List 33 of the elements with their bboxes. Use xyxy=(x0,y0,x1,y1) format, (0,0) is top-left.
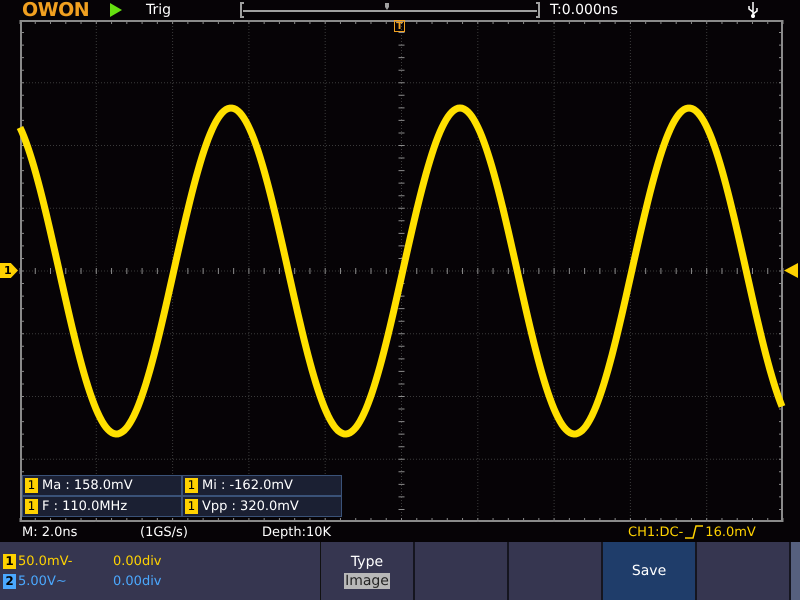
play-icon xyxy=(110,3,122,17)
channel-badge: 1 xyxy=(25,499,38,514)
sample-rate: (1GS/s) xyxy=(140,524,189,540)
channel-badge: 1 xyxy=(25,478,38,493)
channel-badge: 2 xyxy=(3,574,16,588)
measurement-value: F : 110.0MHz xyxy=(42,499,128,514)
time-offset: T:0.000ns xyxy=(550,2,619,18)
trigger-source: CH1:DC- xyxy=(628,524,684,540)
side-panel-edge xyxy=(791,542,800,600)
trigger-status: Trig xyxy=(146,2,172,18)
rising-edge-icon xyxy=(685,525,704,539)
trigger-level-arrow-icon xyxy=(784,263,798,278)
brand-logo: OWON xyxy=(22,0,90,20)
channel-offset: 0.00div xyxy=(113,554,162,568)
channel-badge: 1 xyxy=(185,478,198,493)
channel-scale: 50.0mV- xyxy=(18,554,74,568)
measurement-value: Mi : -162.0mV xyxy=(202,478,293,493)
trigger-position-marker: T xyxy=(394,20,405,32)
measurement-value: Ma : 158.0mV xyxy=(42,478,133,493)
menu-button[interactable]: Save xyxy=(603,542,697,600)
menu-label: Save xyxy=(632,563,666,579)
channel-scale: 5.00V~ xyxy=(18,574,68,588)
menu-value: Image xyxy=(344,572,390,588)
channel-offset: 0.00div xyxy=(113,574,162,588)
menu-label: Type xyxy=(350,554,384,570)
memory-depth: Depth:10K xyxy=(262,524,332,540)
measurement-value: Vpp : 320.0mV xyxy=(202,499,299,514)
channel-marker: 1 xyxy=(0,263,18,278)
timebase: M: 2.0ns xyxy=(22,524,78,540)
channel-badge: 1 xyxy=(3,554,16,568)
trigger-level: 16.0mV xyxy=(705,524,756,540)
channel-badge: 1 xyxy=(185,499,198,514)
usb-icon xyxy=(748,2,758,18)
